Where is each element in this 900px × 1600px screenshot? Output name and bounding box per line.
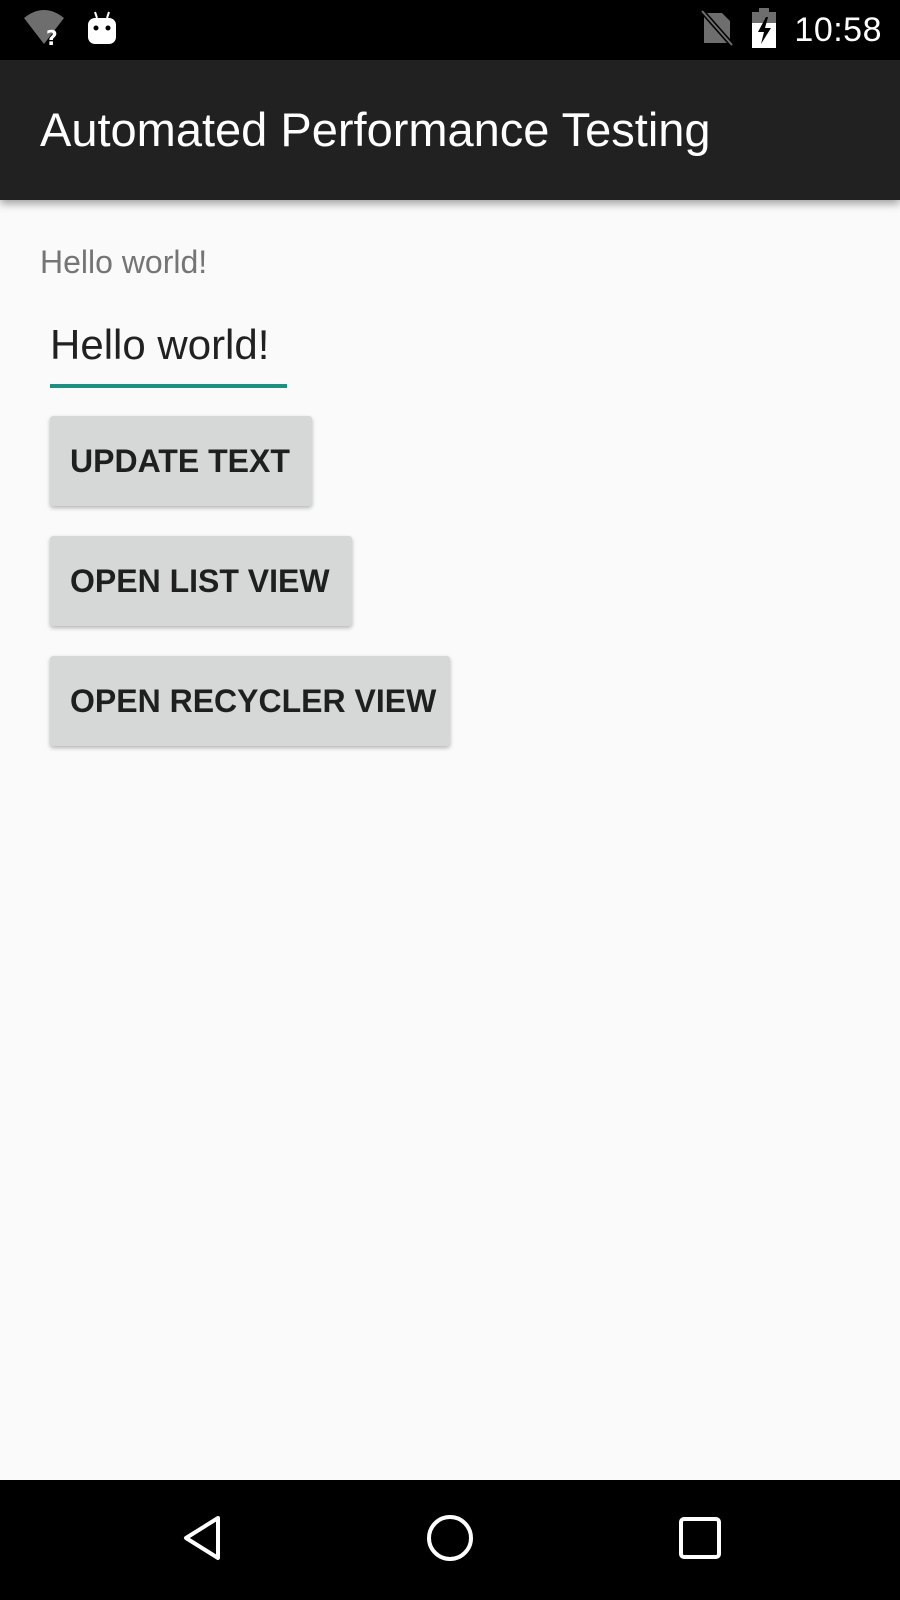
open-recycler-view-button[interactable]: OPEN RECYCLER VIEW [50,656,450,746]
recents-icon [677,1515,723,1566]
recents-button[interactable] [660,1500,740,1580]
wifi-unknown-icon: ? [22,8,66,53]
no-sim-icon [700,8,735,52]
main-content: Hello world! UPDATE TEXT OPEN LIST VIEW … [0,200,900,1480]
status-right-icons: 10:58 [700,6,882,54]
back-button[interactable] [162,1500,242,1580]
text-input-field[interactable] [50,312,287,388]
android-debug-icon [86,10,118,51]
home-icon [424,1512,476,1569]
screen: ? 10:58 Automated Performance Testing He… [0,0,900,1600]
app-title: Automated Performance Testing [40,103,711,156]
app-bar: Automated Performance Testing [0,60,900,200]
status-left-icons: ? [22,8,118,52]
hello-label: Hello world! [40,244,208,280]
back-icon [178,1512,226,1569]
status-time: 10:58 [794,10,882,49]
text-input[interactable] [50,316,287,374]
battery-charging-icon [750,7,778,54]
navigation-bar [0,1480,900,1600]
status-bar: ? 10:58 [0,0,900,60]
home-button[interactable] [410,1500,490,1580]
open-list-view-button[interactable]: OPEN LIST VIEW [50,536,352,626]
update-text-button[interactable]: UPDATE TEXT [50,416,312,506]
svg-text:?: ? [46,26,58,48]
